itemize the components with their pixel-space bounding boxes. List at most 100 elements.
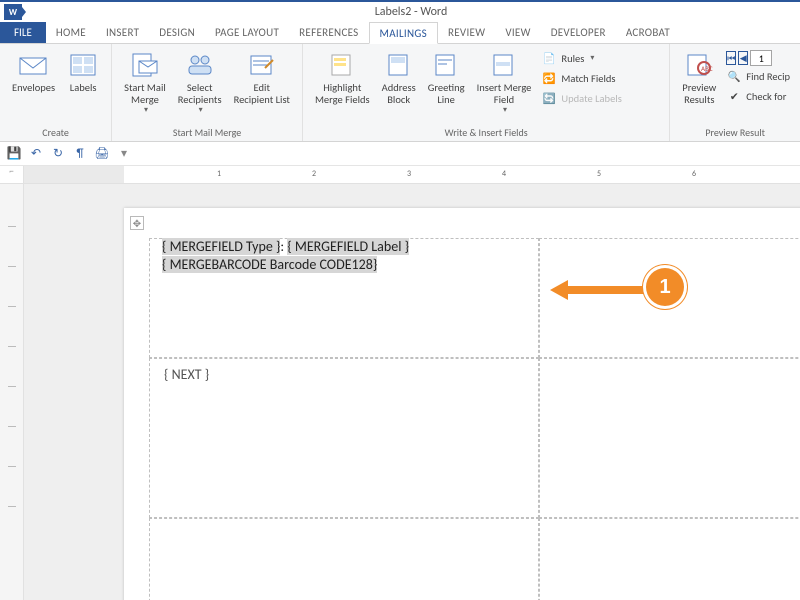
edit-recipient-list-label: Edit Recipient List: [234, 82, 290, 106]
tab-acrobat[interactable]: ACROBAT: [616, 22, 680, 43]
undo-icon[interactable]: ↶: [28, 146, 44, 162]
redo-icon[interactable]: ↻: [50, 146, 66, 162]
write-stack: 📄 Rules ▾ 🔁 Match Fields 🔄 Update Labels: [537, 48, 625, 110]
insert-field-icon: [488, 50, 520, 80]
tab-view[interactable]: VIEW: [495, 22, 540, 43]
chevron-down-icon: ▾: [590, 54, 594, 63]
update-labels-icon: 🔄: [541, 91, 557, 107]
preview-stack: ⏮ ◀ 🔍 Find Recip ✔ Check for: [722, 48, 794, 108]
preview-icon: ABC: [683, 50, 715, 80]
vertical-ruler: ⌐: [0, 166, 24, 600]
field-code-line[interactable]: { MERGEFIELD Type }: { MERGEFIELD Label …: [162, 238, 409, 255]
tab-file[interactable]: FILE: [0, 22, 46, 43]
update-labels-label: Update Labels: [561, 93, 621, 105]
greeting-label: Greeting Line: [428, 82, 465, 106]
chevron-down-icon: ▾: [144, 106, 148, 115]
address-label: Address Block: [382, 82, 416, 106]
svg-text:ABC: ABC: [701, 64, 713, 73]
tab-review[interactable]: REVIEW: [438, 22, 495, 43]
group-write-label: Write & Insert Fields: [309, 124, 663, 139]
check-errors-label: Check for: [746, 91, 786, 103]
page: ✥ { MERGEFIELD Type }: { MERGEFIELD Labe…: [124, 208, 800, 600]
horizontal-ruler: 1 2 3 4 5 6: [24, 166, 800, 184]
check-icon: ✔: [726, 89, 742, 105]
tab-references[interactable]: REFERENCES: [289, 22, 368, 43]
group-create: Envelopes Labels Create: [0, 44, 112, 141]
highlight-icon: [326, 50, 358, 80]
group-start-label: Start Mail Merge: [118, 124, 296, 139]
find-recipient-label: Find Recip: [746, 71, 790, 83]
ruler-mark: 4: [502, 169, 506, 179]
field-code-line[interactable]: { MERGEBARCODE Barcode CODE128}: [162, 256, 377, 273]
tab-home[interactable]: HOME: [46, 22, 96, 43]
insert-merge-field-button[interactable]: Insert Merge Field ▾: [471, 48, 538, 115]
chevron-down-icon: ▾: [199, 106, 203, 115]
ribbon: Envelopes Labels Create Start Mail Merge…: [0, 44, 800, 142]
chevron-down-icon: ▾: [503, 106, 507, 115]
quick-print-icon[interactable]: 🖨: [94, 146, 110, 162]
match-fields-label: Match Fields: [561, 73, 615, 85]
ruler-mark: 3: [407, 169, 411, 179]
ribbon-tabs: FILE HOME INSERT DESIGN PAGE LAYOUT REFE…: [0, 22, 800, 44]
greeting-line-button[interactable]: Greeting Line: [422, 48, 471, 106]
title-bar: W Labels2 - Word: [0, 0, 800, 22]
tab-design[interactable]: DESIGN: [149, 22, 205, 43]
next-field[interactable]: { NEXT }: [164, 366, 209, 383]
highlight-merge-fields-button[interactable]: Highlight Merge Fields: [309, 48, 376, 106]
select-recipients-label: Select Recipients: [178, 82, 222, 106]
envelopes-button[interactable]: Envelopes: [6, 48, 61, 94]
label-cell: [149, 518, 539, 600]
ruler-mark: 6: [692, 169, 696, 179]
highlight-label: Highlight Merge Fields: [315, 82, 370, 106]
update-labels-button[interactable]: 🔄 Update Labels: [541, 90, 621, 108]
address-icon: [383, 50, 415, 80]
search-icon: 🔍: [726, 69, 742, 85]
rules-label: Rules: [561, 53, 584, 65]
find-recipient-button[interactable]: 🔍 Find Recip: [726, 68, 790, 86]
quick-access-toolbar: 💾 ↶ ↻ ¶ 🖨 ▾: [0, 142, 800, 166]
envelope-icon: [18, 50, 50, 80]
paragraph-marks-icon[interactable]: ¶: [72, 146, 88, 162]
rules-button[interactable]: 📄 Rules ▾: [541, 50, 621, 68]
tab-insert[interactable]: INSERT: [96, 22, 149, 43]
group-preview-results: ABC Preview Results ⏮ ◀ 🔍 Find Recip ✔ C…: [670, 44, 800, 141]
tab-mailings[interactable]: MAILINGS: [369, 22, 438, 44]
ruler-mark: 1: [217, 169, 221, 179]
save-icon[interactable]: 💾: [6, 146, 22, 162]
preview-results-label: Preview Results: [682, 82, 716, 106]
nav-prev-icon[interactable]: ◀: [738, 51, 748, 65]
start-mail-merge-label: Start Mail Merge: [124, 82, 166, 106]
ruler-mark: 5: [597, 169, 601, 179]
ruler-corner: ⌐: [0, 166, 23, 184]
qat-more-icon[interactable]: ▾: [116, 146, 132, 162]
document-canvas[interactable]: ✥ { MERGEFIELD Type }: { MERGEFIELD Labe…: [24, 184, 800, 600]
window-title: Labels2 - Word: [26, 5, 796, 19]
match-fields-button[interactable]: 🔁 Match Fields: [541, 70, 621, 88]
edit-recipient-list-button[interactable]: Edit Recipient List: [228, 48, 296, 106]
labels-icon: [67, 50, 99, 80]
rules-icon: 📄: [541, 51, 557, 67]
word-app-icon: W: [4, 4, 22, 20]
recipients-icon: [184, 50, 216, 80]
nav-first-icon[interactable]: ⏮: [726, 51, 736, 65]
labels-button[interactable]: Labels: [61, 48, 105, 94]
label-cell: [539, 518, 800, 600]
address-block-button[interactable]: Address Block: [376, 48, 422, 106]
record-number-input[interactable]: [750, 50, 772, 66]
table-move-handle-icon[interactable]: ✥: [130, 216, 144, 230]
start-mail-merge-button[interactable]: Start Mail Merge ▾: [118, 48, 172, 115]
tab-page-layout[interactable]: PAGE LAYOUT: [205, 22, 289, 43]
tab-developer[interactable]: DEVELOPER: [541, 22, 616, 43]
mergefield-type: { MERGEFIELD Type }: [162, 238, 280, 255]
callout-badge: 1: [646, 268, 684, 306]
ruler-mark: 2: [312, 169, 316, 179]
match-icon: 🔁: [541, 71, 557, 87]
check-errors-button[interactable]: ✔ Check for: [726, 88, 790, 106]
insert-merge-label: Insert Merge Field: [477, 82, 532, 106]
mergebarcode: { MERGEBARCODE Barcode CODE128}: [162, 256, 377, 273]
select-recipients-button[interactable]: Select Recipients ▾: [172, 48, 228, 115]
edit-list-icon: [246, 50, 278, 80]
greeting-icon: [430, 50, 462, 80]
group-create-label: Create: [6, 124, 105, 139]
preview-results-button[interactable]: ABC Preview Results: [676, 48, 722, 106]
